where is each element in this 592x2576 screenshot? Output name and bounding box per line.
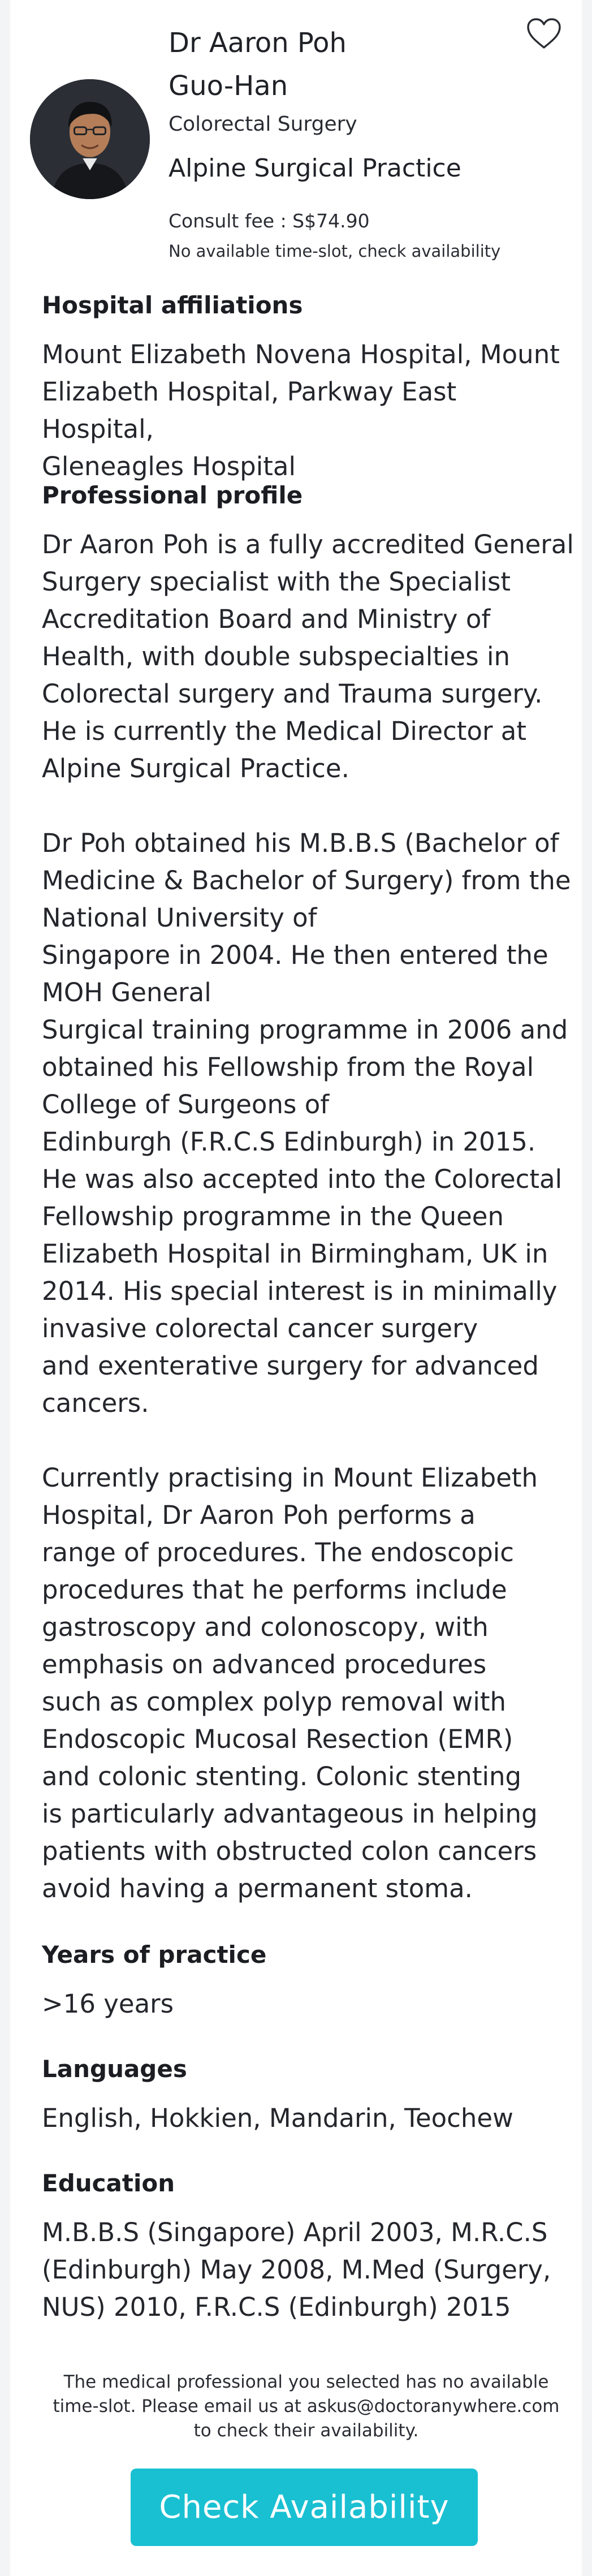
doctor-name-line-1: Dr Aaron Poh bbox=[168, 27, 347, 59]
profile-paragraph-1: Dr Aaron Poh is a fully accredited Gener… bbox=[42, 526, 574, 787]
profile-line: Surgery specialist with the Specialist bbox=[42, 567, 511, 597]
profile-line: College of Surgeons of bbox=[42, 1089, 330, 1119]
education-line: (Edinburgh) May 2008, M.Med (Surgery, bbox=[42, 2255, 551, 2285]
profile-line: Elizabeth Hospital in Birmingham, UK in bbox=[42, 1239, 548, 1269]
profile-line: gastroscopy and colonoscopy, with bbox=[42, 1612, 489, 1642]
languages-section: Languages English, Hokkien, Mandarin, Te… bbox=[42, 2053, 573, 2137]
doctor-name: Dr Aaron Poh Guo-Han bbox=[168, 21, 347, 107]
profile-line: Medicine & Bachelor of Surgery) from the bbox=[42, 865, 571, 895]
profile-text: Dr Aaron Poh is a fully accredited Gener… bbox=[42, 526, 574, 1907]
education-line: NUS) 2010, F.R.C.S (Edinburgh) 2015 bbox=[42, 2292, 511, 2322]
profile-line: Singapore in 2004. He then entered the bbox=[42, 940, 548, 970]
no-slot-footnote: The medical professional you selected ha… bbox=[38, 2370, 574, 2443]
years-of-practice-section: Years of practice >16 years bbox=[42, 1939, 573, 2023]
profile-line: patients with obstructed colon cancers bbox=[42, 1836, 537, 1866]
profile-line: is particularly advantageous in helping bbox=[42, 1799, 538, 1829]
profile-line: Hospital, Dr Aaron Poh performs a bbox=[42, 1500, 476, 1530]
doctor-practice: Alpine Surgical Practice bbox=[168, 154, 461, 183]
doctor-portrait-icon bbox=[30, 79, 150, 199]
profile-line: Dr Aaron Poh is a fully accredited Gener… bbox=[42, 529, 574, 559]
section-heading: Professional profile bbox=[42, 481, 303, 509]
profile-line: Fellowship programme in the Queen bbox=[42, 1201, 504, 1231]
profile-line: avoid having a permanent stoma. bbox=[42, 1873, 473, 1903]
years-of-practice-value: >16 years bbox=[42, 1989, 174, 2019]
section-heading: Hospital affiliations bbox=[42, 291, 303, 319]
professional-profile-section: Professional profile Dr Aaron Poh is a f… bbox=[42, 480, 574, 1907]
check-availability-button[interactable]: Check Availability bbox=[131, 2469, 478, 2546]
hospital-affiliations-section: Hospital affiliations Mount Elizabeth No… bbox=[42, 290, 573, 485]
affiliations-line: Mount Elizabeth Novena Hospital, Mount bbox=[42, 339, 560, 369]
profile-line: Alpine Surgical Practice. bbox=[42, 753, 349, 783]
doctor-profile-card: Dr Aaron Poh Guo-Han Colorectal Surgery … bbox=[10, 0, 582, 2576]
profile-line: invasive colorectal cancer surgery bbox=[42, 1313, 478, 1343]
profile-line: range of procedures. The endoscopic bbox=[42, 1537, 515, 1567]
profile-line: Currently practising in Mount Elizabeth bbox=[42, 1463, 538, 1493]
profile-line: He is currently the Medical Director at bbox=[42, 716, 526, 746]
languages-value: English, Hokkien, Mandarin, Teochew bbox=[42, 2103, 513, 2133]
profile-line: and exenterative surgery for advanced bbox=[42, 1351, 539, 1381]
profile-line: MOH General bbox=[42, 977, 211, 1007]
profile-line: He was also accepted into the Colorectal bbox=[42, 1164, 563, 1194]
footnote-line: to check their availability. bbox=[193, 2420, 419, 2441]
profile-line: procedures that he performs include bbox=[42, 1575, 507, 1605]
favorite-heart-icon[interactable] bbox=[526, 17, 562, 50]
profile-line: Endoscopic Mucosal Resection (EMR) bbox=[42, 1724, 513, 1754]
profile-line: cancers. bbox=[42, 1388, 149, 1418]
profile-line: Accreditation Board and Ministry of bbox=[42, 604, 491, 634]
profile-line: Dr Poh obtained his M.B.B.S (Bachelor of bbox=[42, 828, 559, 858]
section-heading: Languages bbox=[42, 2055, 187, 2083]
consult-fee: Consult fee : S$74.90 bbox=[168, 210, 370, 232]
footnote-line: The medical professional you selected ha… bbox=[63, 2372, 549, 2392]
profile-paragraph-3: Currently practising in Mount Elizabeth … bbox=[42, 1459, 573, 1907]
availability-note: No available time-slot, check availabili… bbox=[168, 242, 501, 261]
education-text: M.B.B.S (Singapore) April 2003, M.R.C.S … bbox=[42, 2214, 573, 2326]
section-heading: Education bbox=[42, 2169, 175, 2197]
footnote-line: time-slot. Please email us at askus@doct… bbox=[53, 2396, 560, 2416]
profile-line: Health, with double subspecialties in bbox=[42, 641, 510, 671]
affiliations-text: Mount Elizabeth Novena Hospital, Mount E… bbox=[42, 336, 573, 485]
profile-line: emphasis on advanced procedures bbox=[42, 1649, 487, 1679]
education-line: M.B.B.S (Singapore) April 2003, M.R.C.S bbox=[42, 2217, 548, 2247]
education-section: Education M.B.B.S (Singapore) April 2003… bbox=[42, 2168, 573, 2326]
profile-line: Edinburgh (F.R.C.S Edinburgh) in 2015. bbox=[42, 1127, 536, 1157]
doctor-name-line-2: Guo-Han bbox=[168, 70, 288, 102]
profile-line: and colonic stenting. Colonic stenting bbox=[42, 1761, 522, 1791]
profile-line: Colorectal surgery and Trauma surgery. bbox=[42, 679, 543, 709]
profile-line: such as complex polyp removal with bbox=[42, 1687, 507, 1717]
profile-line: 2014. His special interest is in minimal… bbox=[42, 1276, 558, 1306]
profile-paragraph-2: Dr Poh obtained his M.B.B.S (Bachelor of… bbox=[42, 825, 573, 1422]
affiliations-line: Elizabeth Hospital, Parkway East Hospita… bbox=[42, 377, 457, 444]
profile-line: obtained his Fellowship from the Royal bbox=[42, 1052, 534, 1082]
profile-line: National University of bbox=[42, 903, 317, 933]
doctor-specialty: Colorectal Surgery bbox=[168, 113, 357, 136]
doctor-avatar bbox=[30, 79, 150, 199]
profile-line: Surgical training programme in 2006 and bbox=[42, 1015, 568, 1045]
section-heading: Years of practice bbox=[42, 1941, 267, 1968]
